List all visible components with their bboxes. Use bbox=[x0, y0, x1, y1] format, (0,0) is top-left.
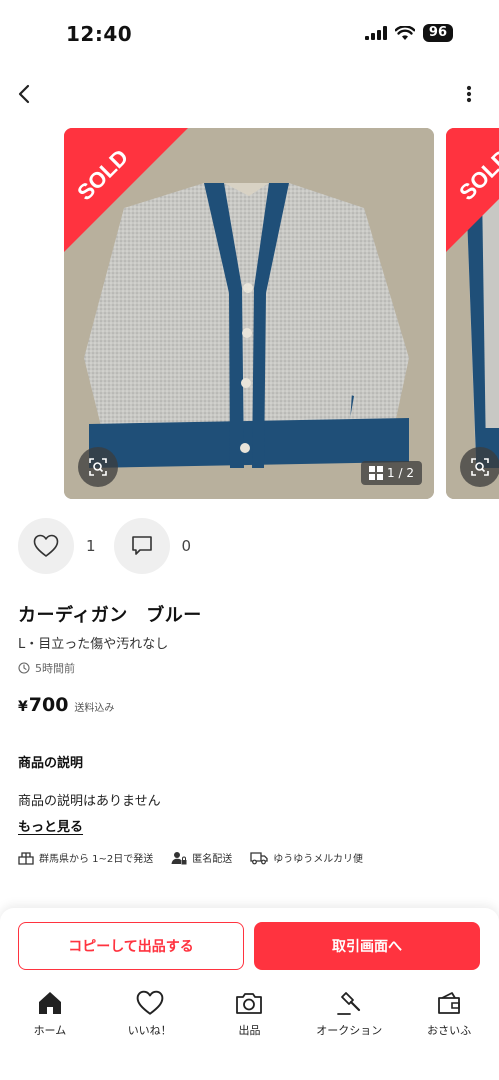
tab-likes[interactable]: いいね！ bbox=[100, 988, 200, 1048]
posted-time-text: 5時間前 bbox=[35, 662, 75, 675]
price-currency: ¥ bbox=[18, 699, 28, 715]
ship-anonymous: 匿名配送 bbox=[171, 850, 232, 865]
nav-bar bbox=[0, 76, 499, 112]
battery-indicator: 96 bbox=[422, 24, 453, 42]
anonymous-user-icon bbox=[171, 851, 187, 864]
status-bar: 12:40 96 bbox=[0, 0, 499, 64]
price-value: 700 bbox=[28, 694, 69, 716]
photo-gallery[interactable]: SOLD 1 / 2 SOLD bbox=[0, 128, 499, 500]
reactions-row: 1 0 bbox=[18, 518, 209, 574]
see-more-link[interactable]: もっと見る bbox=[18, 816, 83, 835]
truck-icon bbox=[250, 851, 268, 864]
item-title: カーディガン ブルー bbox=[18, 605, 202, 626]
zoom-button-next[interactable] bbox=[460, 447, 499, 487]
trade-screen-button[interactable]: 取引画面へ bbox=[254, 922, 480, 970]
tab-auction[interactable]: オークション bbox=[299, 988, 399, 1048]
status-icons: 96 bbox=[364, 24, 453, 42]
ship-anonymous-text: 匿名配送 bbox=[192, 854, 233, 865]
zoom-button[interactable] bbox=[78, 447, 118, 487]
chevron-left-icon bbox=[18, 84, 30, 104]
tab-likes-label: いいね！ bbox=[127, 1024, 172, 1037]
ship-origin-text: 群馬県から 1~2日で発送 bbox=[39, 854, 154, 865]
more-vertical-icon bbox=[466, 85, 472, 103]
image-counter-text: 1 / 2 bbox=[387, 466, 414, 480]
wifi-icon bbox=[394, 25, 415, 40]
tab-bar: ホーム いいね！ 出品 オークション おさいふ bbox=[0, 988, 499, 1048]
shipping-info: 群馬県から 1~2日で発送 匿名配送 ゆうゆうメルカリ便 bbox=[18, 850, 489, 865]
home-icon bbox=[38, 992, 61, 1014]
tab-sell-label: 出品 bbox=[238, 1024, 261, 1037]
action-panel: コピーして出品する 取引画面へ ホーム いいね！ 出品 オークション おさいふ bbox=[0, 908, 499, 1080]
description-body: 商品の説明はありません bbox=[18, 794, 161, 809]
comment-icon bbox=[131, 536, 152, 555]
copy-and-list-button[interactable]: コピーして出品する bbox=[18, 922, 244, 970]
box-icon bbox=[18, 851, 34, 865]
like-button[interactable] bbox=[18, 518, 74, 574]
clock-icon bbox=[18, 662, 30, 674]
item-condition: L・目立った傷や汚れなし bbox=[18, 637, 169, 652]
search-image-icon bbox=[89, 458, 107, 476]
ship-method-text: ゆうゆうメルカリ便 bbox=[273, 854, 363, 865]
status-time: 12:40 bbox=[66, 22, 133, 46]
more-options-button[interactable] bbox=[459, 80, 479, 108]
tab-home[interactable]: ホーム bbox=[0, 988, 100, 1048]
grid-icon bbox=[369, 466, 384, 480]
back-button[interactable] bbox=[12, 80, 40, 108]
camera-icon bbox=[236, 993, 263, 1014]
image-counter: 1 / 2 bbox=[361, 461, 422, 485]
product-photo[interactable]: SOLD 1 / 2 bbox=[64, 128, 434, 499]
tab-home-label: ホーム bbox=[33, 1024, 67, 1037]
gavel-icon bbox=[337, 992, 361, 1015]
heart-icon bbox=[136, 990, 164, 1015]
comment-count: 0 bbox=[181, 537, 192, 555]
heart-icon bbox=[33, 534, 59, 557]
posted-time: 5時間前 bbox=[18, 660, 75, 676]
search-image-icon bbox=[471, 458, 489, 476]
wallet-icon bbox=[438, 992, 460, 1014]
tab-sell[interactable]: 出品 bbox=[200, 988, 300, 1048]
tab-wallet[interactable]: おさいふ bbox=[399, 988, 499, 1048]
shipping-included-label: 送料込み bbox=[74, 703, 115, 714]
ship-method: ゆうゆうメルカリ便 bbox=[250, 850, 363, 865]
price: ¥ 700 送料込み bbox=[18, 694, 114, 716]
ship-origin: 群馬県から 1~2日で発送 bbox=[18, 850, 153, 865]
tab-wallet-label: おさいふ bbox=[427, 1024, 472, 1037]
signal-icon bbox=[364, 26, 387, 40]
like-count: 1 bbox=[86, 537, 96, 555]
tab-auction-label: オークション bbox=[316, 1024, 383, 1037]
next-product-photo[interactable]: SOLD bbox=[446, 128, 499, 499]
comment-button[interactable] bbox=[113, 518, 170, 574]
description-heading: 商品の説明 bbox=[18, 756, 84, 771]
sold-ribbon-next: SOLD bbox=[446, 128, 499, 252]
sold-ribbon: SOLD bbox=[64, 128, 188, 252]
